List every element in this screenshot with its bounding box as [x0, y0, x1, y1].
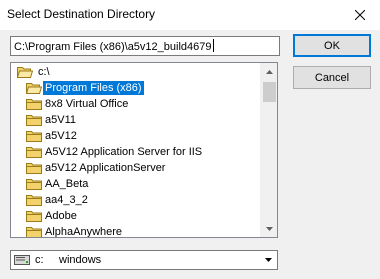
chevron-down-icon — [265, 258, 272, 262]
folder-icon — [26, 131, 42, 142]
tree-item-current-label: Program Files (x86) — [43, 81, 144, 95]
tree-item-folder-label: A5V12 Application Server for IIS — [45, 146, 203, 158]
scroll-thumb[interactable] — [263, 82, 276, 102]
tree-item-folder-label: AA_Beta — [45, 178, 89, 190]
select-destination-dialog: Select Destination Directory C:\Program … — [0, 0, 380, 279]
drive-dropdown-button[interactable] — [260, 251, 277, 269]
tree-item-folder-label: 8x8 Virtual Office — [45, 98, 129, 110]
tree-item-folder[interactable]: A5V12 Application Server for IIS — [12, 144, 261, 160]
tree-item-folder[interactable]: AlphaAnywhere — [12, 224, 261, 238]
title-bar: Select Destination Directory — [0, 0, 380, 30]
tree-item-folder[interactable]: a5V11 — [12, 112, 261, 128]
directory-list[interactable]: c:\ Program Files (x86) 8x8 Virtual Offi… — [10, 62, 278, 238]
dialog-title: Select Destination Directory — [7, 7, 156, 21]
tree-item-folder[interactable]: a5V12 — [12, 128, 261, 144]
open-folder-icon — [17, 67, 33, 78]
cancel-button[interactable]: Cancel — [293, 66, 371, 89]
folder-icon — [26, 227, 42, 237]
folder-icon — [26, 99, 42, 110]
tree-item-folder-label: a5V12 ApplicationServer — [45, 162, 166, 174]
tree-item-folder[interactable]: a5V12 ApplicationServer — [12, 160, 261, 176]
tree-item-folder-label: Adobe — [45, 210, 77, 222]
drive-letter: c: — [35, 254, 44, 266]
drive-icon — [14, 255, 30, 265]
drive-label: windows — [59, 254, 102, 266]
folder-icon — [26, 163, 42, 174]
folder-icon — [26, 147, 42, 158]
directory-list-items: c:\ Program Files (x86) 8x8 Virtual Offi… — [12, 64, 261, 238]
directory-path-value: C:\Program Files (x86)\a5v12_build4679 — [14, 41, 212, 53]
tree-item-folder-label: a5V11 — [45, 114, 76, 126]
scroll-down-button[interactable] — [261, 220, 277, 237]
tree-item-folder[interactable]: 8x8 Virtual Office — [12, 96, 261, 112]
open-folder-icon — [26, 83, 42, 94]
vertical-scrollbar[interactable] — [260, 63, 277, 237]
close-icon — [355, 10, 365, 20]
chevron-down-icon — [266, 226, 273, 231]
folder-icon — [26, 211, 42, 222]
drive-select[interactable]: c: windows — [10, 250, 278, 270]
tree-item-root[interactable]: c:\ — [12, 64, 261, 80]
text-caret — [212, 39, 214, 52]
tree-item-folder-label: aa4_3_2 — [45, 194, 88, 206]
tree-item-folder[interactable]: aa4_3_2 — [12, 192, 261, 208]
folder-icon — [26, 179, 42, 190]
tree-item-current[interactable]: Program Files (x86) — [12, 80, 261, 96]
folder-icon — [26, 195, 42, 206]
tree-item-folder-label: AlphaAnywhere — [45, 226, 123, 238]
folder-icon — [26, 115, 42, 126]
close-button[interactable] — [340, 0, 380, 30]
scroll-up-button[interactable] — [261, 63, 277, 80]
tree-item-folder-label: a5V12 — [45, 130, 77, 142]
tree-item-folder[interactable]: Adobe — [12, 208, 261, 224]
chevron-up-icon — [266, 69, 273, 74]
tree-item-root-label: c:\ — [38, 66, 50, 78]
directory-path-input[interactable]: C:\Program Files (x86)\a5v12_build4679 — [10, 36, 280, 56]
tree-item-folder[interactable]: AA_Beta — [12, 176, 261, 192]
ok-button[interactable]: OK — [293, 34, 371, 57]
